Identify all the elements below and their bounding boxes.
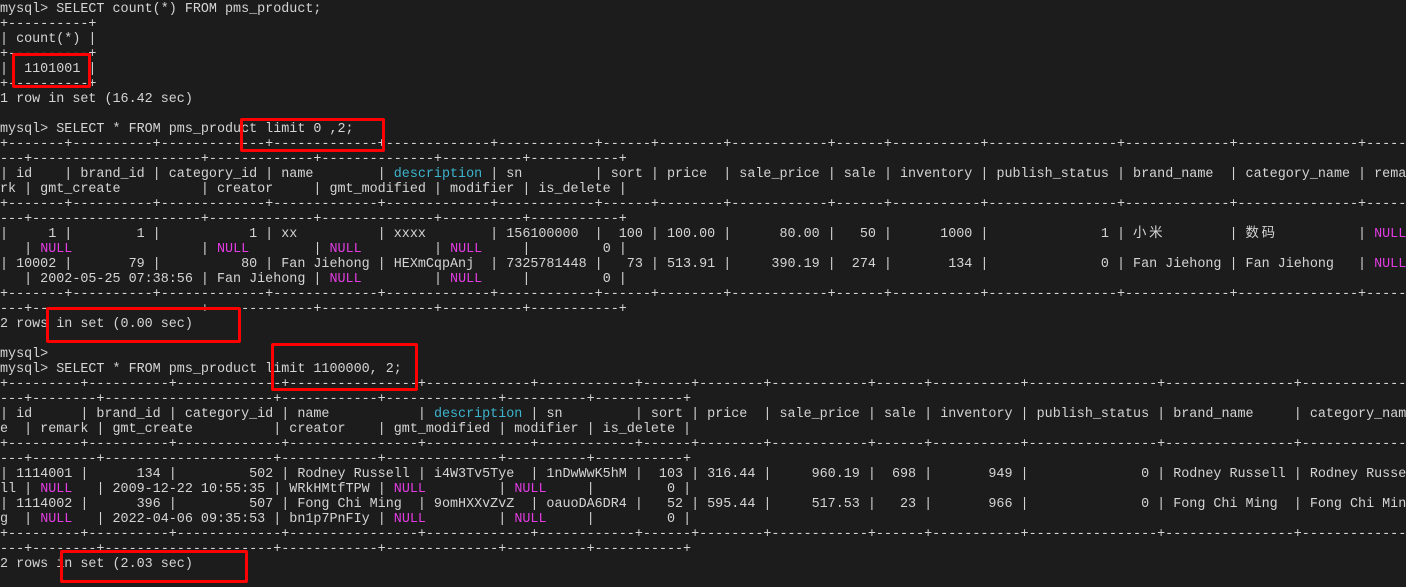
- terminal-line: | NULL | NULL | NULL | NULL | 0 |: [0, 242, 627, 257]
- terminal-line: mysql>: [0, 347, 49, 362]
- terminal-line: | 10002 | 79 | 80 | Fan Jiehong | HEXmCq…: [0, 257, 1406, 272]
- cjk-char: 小: [1133, 227, 1147, 242]
- terminal-line: g | NULL | 2022-04-06 09:35:53 | bn1p7Pn…: [0, 512, 692, 527]
- null-value: NULL: [450, 242, 483, 257]
- terminal-line: +-------+----------+-------------+------…: [0, 287, 1406, 302]
- terminal-output[interactable]: mysql> SELECT count(*) FROM pms_product;…: [0, 2, 1406, 587]
- terminal-line: ---+---------------------+-------------+…: [0, 212, 627, 227]
- null-value: NULL: [329, 272, 362, 287]
- terminal-line: +---------+----------+-------------+----…: [0, 527, 1406, 542]
- terminal-line: | 1101001 |: [0, 62, 97, 77]
- terminal-line: +---------+----------+-------------+----…: [0, 437, 1406, 452]
- terminal-line: +----------+: [0, 47, 97, 62]
- null-value: NULL: [40, 482, 73, 497]
- null-value: NULL: [40, 242, 73, 257]
- null-value: NULL: [329, 242, 362, 257]
- terminal-line: +-------+----------+-------------+------…: [0, 137, 1406, 152]
- null-value: NULL: [514, 482, 547, 497]
- null-value: NULL: [514, 512, 547, 527]
- terminal-line: mysql> SELECT * FROM pms_product limit 1…: [0, 362, 402, 377]
- terminal-line: +---------+----------+-------------+----…: [0, 377, 1406, 392]
- terminal-line: +----------+: [0, 17, 97, 32]
- terminal-line: ---+---------------------+-------------+…: [0, 152, 627, 167]
- terminal-line: | count(*) |: [0, 32, 97, 47]
- highlighted-column-header: description: [393, 167, 483, 182]
- terminal-line: | id | brand_id | category_id | name | d…: [0, 407, 1406, 422]
- terminal-line: mysql> SELECT count(*) FROM pms_product;: [0, 2, 322, 17]
- cjk-char: 码: [1261, 227, 1275, 242]
- terminal-line: | 1114001 | 134 | 502 | Rodney Russell |…: [0, 467, 1406, 482]
- null-value: NULL: [450, 272, 483, 287]
- highlight-box-limit-0-2: [240, 118, 385, 152]
- terminal-line: | 1114002 | 396 | 507 | Fong Chi Ming | …: [0, 497, 1406, 512]
- terminal-line: | 1 | 1 | 1 | xx | xxxx | 156100000 | 10…: [0, 227, 1406, 242]
- highlight-box-time-0-00: [46, 307, 241, 343]
- null-value: NULL: [217, 242, 250, 257]
- terminal-line: ---+--------+---------------------+-----…: [0, 392, 692, 407]
- null-value: NULL: [1374, 227, 1406, 242]
- highlight-box-time-2-03: [60, 550, 248, 583]
- terminal-line: 1 row in set (16.42 sec): [0, 92, 193, 107]
- terminal-line: e | remark | gmt_create | creator | gmt_…: [0, 422, 692, 437]
- terminal-line: | id | brand_id | category_id | name | d…: [0, 167, 1406, 182]
- terminal-line: | 2002-05-25 07:38:56 | Fan Jiehong | NU…: [0, 272, 627, 287]
- terminal-line: ---+--------+---------------------+-----…: [0, 452, 692, 467]
- cjk-char: 米: [1149, 227, 1163, 242]
- highlight-box-count-value: [12, 53, 91, 88]
- null-value: NULL: [393, 512, 426, 527]
- terminal-line: rk | gmt_create | creator | gmt_modified…: [0, 182, 627, 197]
- highlight-box-limit-1100000-2: [271, 343, 418, 391]
- terminal-line: +----------+: [0, 77, 97, 92]
- terminal-line: mysql> SELECT * FROM pms_product limit 0…: [0, 122, 354, 137]
- null-value: NULL: [393, 482, 426, 497]
- highlighted-column-header: description: [433, 407, 523, 422]
- cjk-char: 数: [1245, 227, 1259, 242]
- terminal-line: ll | NULL | 2009-12-22 10:55:35 | WRkHMt…: [0, 482, 692, 497]
- null-value: NULL: [1374, 257, 1406, 272]
- null-value: NULL: [40, 512, 73, 527]
- terminal-line: +-------+----------+-------------+------…: [0, 197, 1406, 212]
